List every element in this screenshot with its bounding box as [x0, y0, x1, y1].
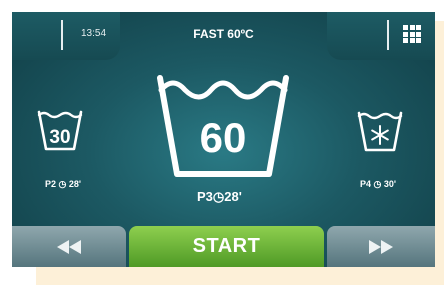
snowflake-icon: [371, 125, 389, 145]
program-code: P2: [45, 179, 57, 189]
wash-60-tub-icon[interactable]: 60: [155, 70, 291, 182]
machine-display: 13:54 FAST 60ºC 30 P2 ◷ 28' 60 P3◷28' P4…: [12, 12, 435, 267]
program-code: P4: [360, 179, 372, 189]
clock-icon: ◷: [373, 179, 382, 189]
program-label-p2: P2 ◷ 28': [45, 179, 81, 190]
clock-icon: ◷: [58, 179, 67, 189]
tub-value-30: 30: [49, 127, 70, 148]
previous-program-button[interactable]: [12, 226, 126, 267]
divider: [387, 20, 389, 50]
tub-value-60: 60: [200, 114, 247, 161]
top-right-panel: [327, 12, 435, 60]
grid-menu-icon[interactable]: [403, 25, 421, 43]
cold-wash-tub-icon[interactable]: [356, 110, 404, 154]
start-button[interactable]: START: [129, 226, 324, 267]
program-duration: 30': [383, 179, 397, 189]
program-duration: 28': [68, 179, 82, 189]
program-code: P3: [197, 189, 213, 204]
bottom-bar: START: [12, 226, 435, 267]
program-label-p4: P4 ◷ 30': [360, 179, 396, 190]
program-label-p3: P3◷28': [197, 189, 242, 205]
fast-forward-icon: [369, 239, 393, 254]
clock-icon: ◷: [212, 189, 225, 204]
top-bar: 13:54 FAST 60ºC: [12, 12, 435, 60]
rewind-icon: [57, 239, 81, 254]
program-duration: 28': [224, 189, 242, 204]
wash-30-tub-icon[interactable]: 30: [36, 109, 84, 153]
next-program-button[interactable]: [327, 226, 435, 267]
